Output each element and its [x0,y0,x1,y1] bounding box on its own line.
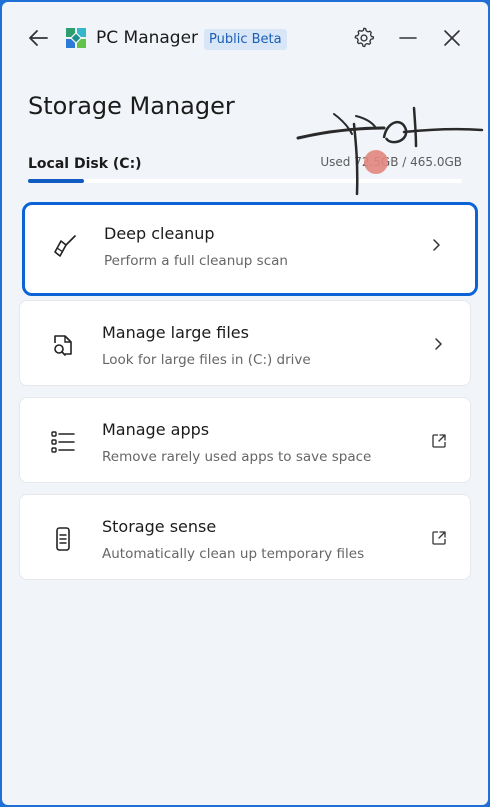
card-description: Look for large files in (C:) drive [102,352,311,368]
settings-button[interactable] [350,24,378,52]
close-icon [444,30,460,46]
disk-label: Local Disk (C:) [28,156,142,172]
phone-storage-icon [56,527,70,551]
arrow-left-icon [29,30,48,46]
card-title: Manage apps [102,420,210,439]
chevron-right-icon [430,335,448,353]
card-title: Storage sense [102,517,217,536]
red-seal-stamp [364,150,388,174]
deep-cleanup-card[interactable]: Deep cleanup Perform a full cleanup scan [22,202,478,296]
disk-usage-bar [28,179,462,183]
public-beta-badge: Public Beta [204,29,287,50]
pc-manager-window: PC Manager Public Beta Storage Manager L… [2,2,488,805]
signature-watermark [296,106,484,196]
card-description: Remove rarely used apps to save space [102,449,372,465]
manage-large-files-card[interactable]: Manage large files Look for large files … [19,300,471,386]
minimize-icon [399,37,417,39]
pc-manager-logo [66,28,86,48]
file-search-icon [54,335,72,356]
broom-icon [54,235,76,257]
page-title: Storage Manager [28,92,235,120]
open-external-icon [430,529,448,547]
card-title: Deep cleanup [104,224,215,243]
card-description: Perform a full cleanup scan [104,253,288,269]
gear-icon [354,27,375,48]
title-bar: PC Manager Public Beta [2,2,488,74]
disk-usage-text: Used 72.5GB / 465.0GB [320,155,462,169]
card-title: Manage large files [102,323,249,342]
storage-sense-card[interactable]: Storage sense Automatically clean up tem… [19,494,471,580]
chevron-right-icon [428,236,446,254]
app-title: PC Manager [96,28,199,48]
back-button[interactable] [26,26,50,50]
close-button[interactable] [438,24,466,52]
disk-usage-fill [28,179,85,183]
manage-apps-card[interactable]: Manage apps Remove rarely used apps to s… [19,397,471,483]
open-external-icon [430,432,448,450]
minimize-button[interactable] [394,24,422,52]
card-description: Automatically clean up temporary files [102,546,365,562]
app-list-icon [51,431,75,453]
